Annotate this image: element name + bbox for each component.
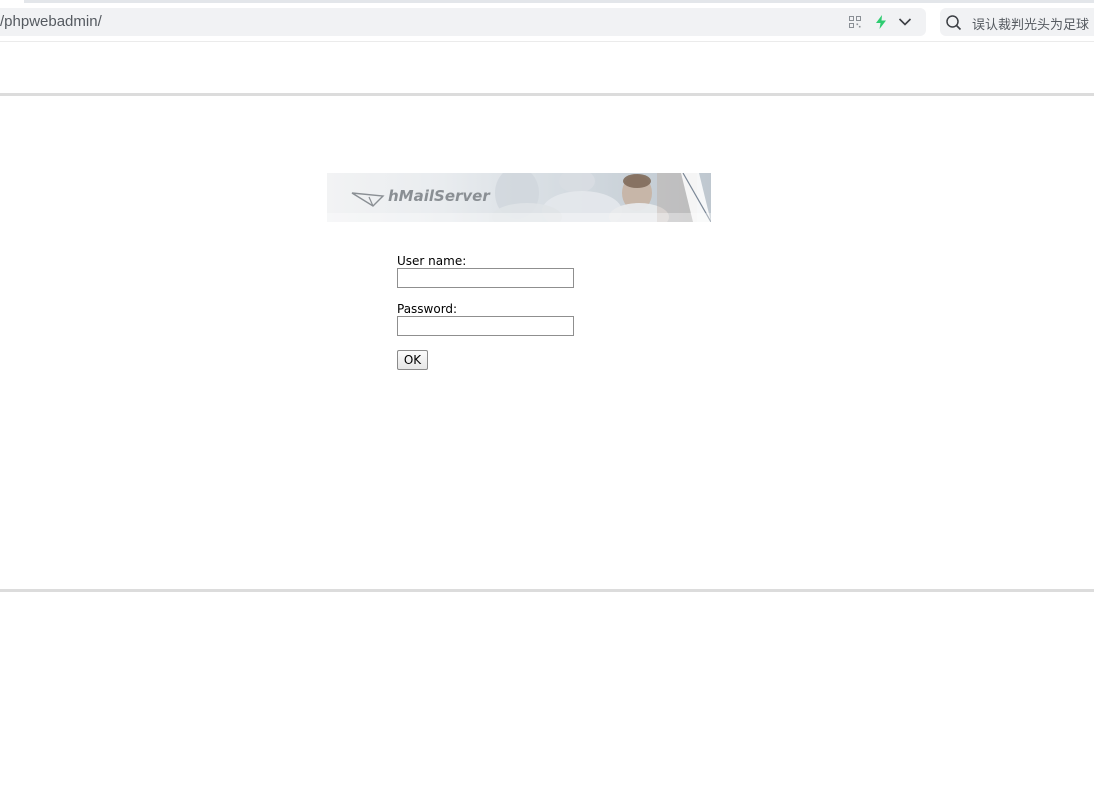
- password-input[interactable]: [397, 316, 574, 336]
- username-label: User name:: [397, 254, 467, 268]
- browser-top-strip: [24, 0, 1094, 3]
- lightning-icon[interactable]: [873, 14, 889, 30]
- password-label: Password:: [397, 302, 458, 316]
- chevron-down-icon[interactable]: [897, 14, 913, 30]
- username-input[interactable]: [397, 268, 574, 288]
- paper-plane-icon: [351, 192, 385, 207]
- hmailserver-banner: hMailServer: [327, 173, 711, 222]
- search-suggestion-text[interactable]: 误认裁判光头为足球: [972, 14, 1089, 33]
- page-bottom-rule: [0, 589, 1094, 592]
- ok-button[interactable]: OK: [397, 350, 428, 370]
- address-url[interactable]: /phpwebadmin/: [0, 13, 102, 30]
- search-icon[interactable]: [945, 14, 963, 32]
- address-bar[interactable]: /phpwebadmin/: [0, 8, 926, 36]
- browser-search-box[interactable]: 误认裁判光头为足球: [940, 8, 1094, 36]
- banner-photo-graphic: [327, 173, 711, 222]
- qr-code-icon[interactable]: [847, 14, 863, 30]
- hmailserver-logo-text: hMailServer: [388, 187, 490, 205]
- chrome-divider: [0, 41, 1094, 42]
- page-top-rule: [0, 93, 1094, 96]
